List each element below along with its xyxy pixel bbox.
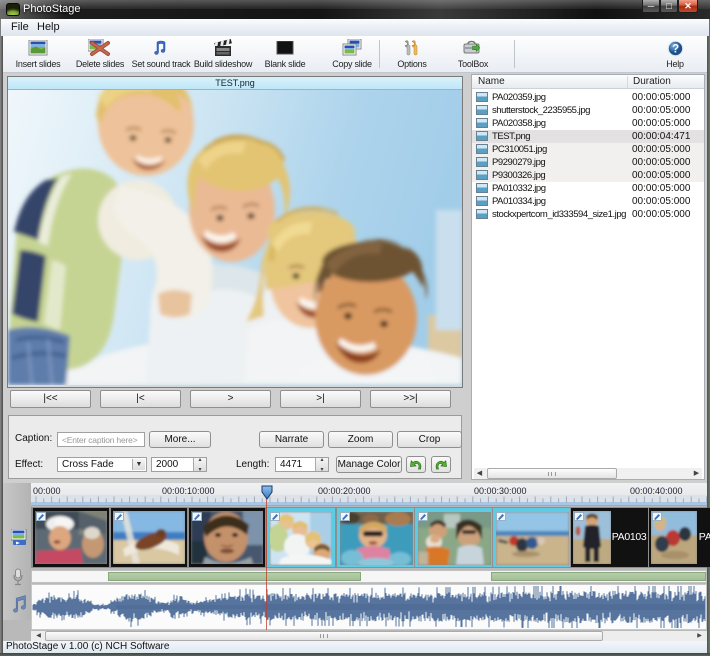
svg-text:?: ? — [672, 44, 679, 56]
